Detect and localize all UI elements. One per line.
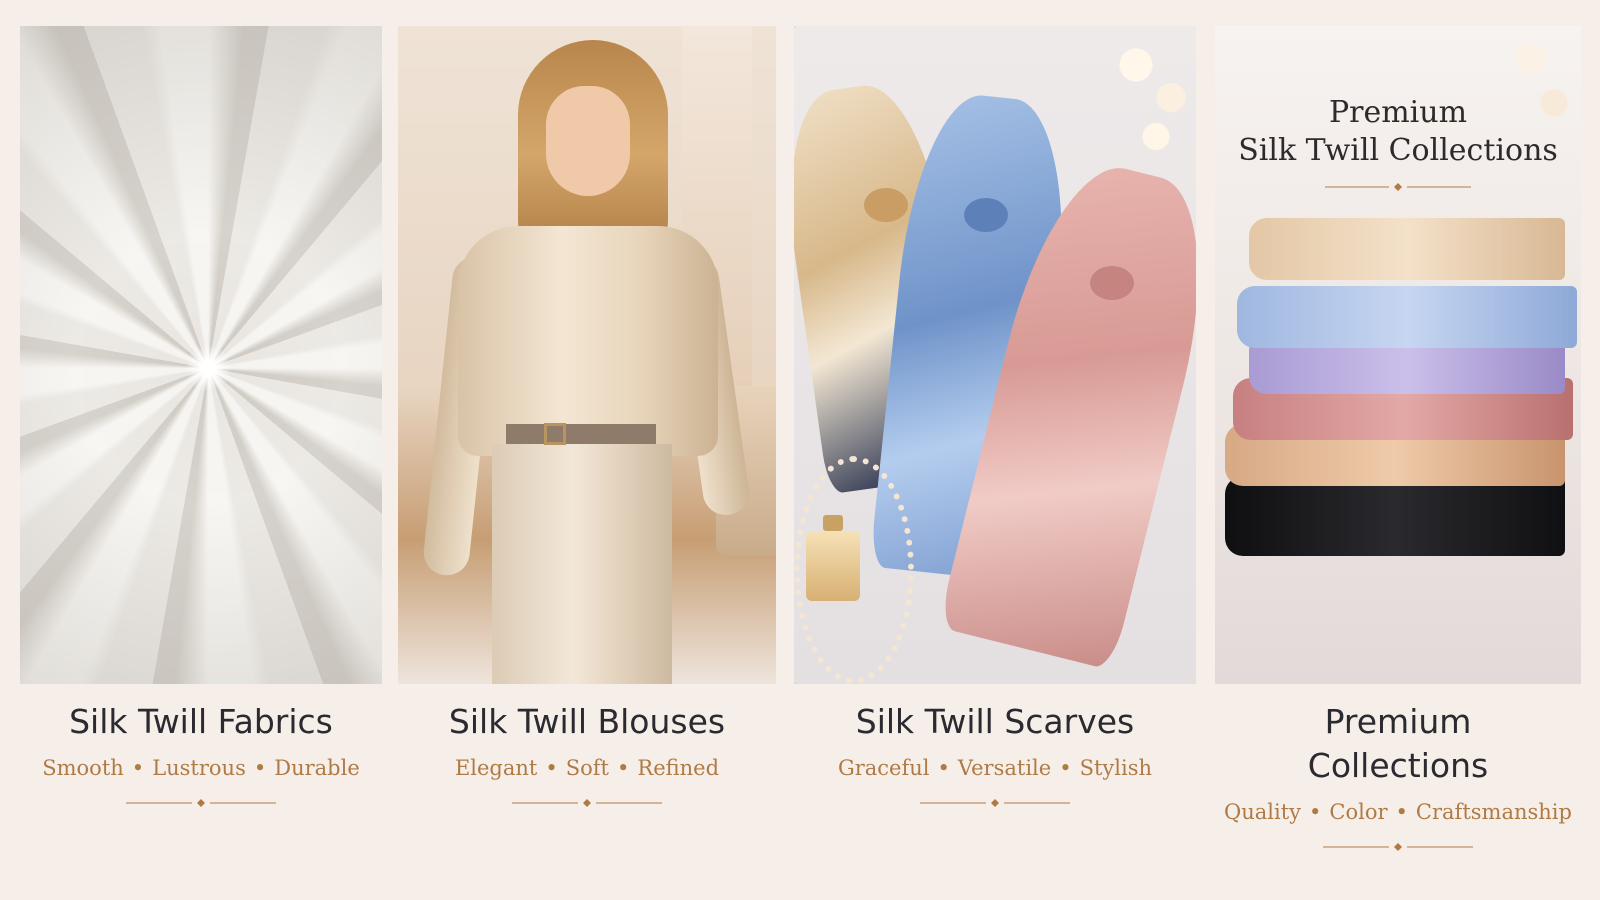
caption-title-line1: Premium bbox=[1324, 702, 1472, 741]
tag: Craftsmanship bbox=[1415, 800, 1572, 824]
separator-dot: • bbox=[1395, 800, 1408, 824]
ornament-divider bbox=[920, 799, 1070, 807]
separator-dot: • bbox=[1059, 756, 1072, 780]
tag: Quality bbox=[1224, 800, 1302, 824]
caption-tags: Graceful • Versatile • Stylish bbox=[794, 756, 1196, 780]
tag: Durable bbox=[274, 756, 360, 780]
model-blouse-image bbox=[398, 26, 776, 684]
panel-fabrics bbox=[20, 26, 382, 684]
overlay-title-line2: Silk Twill Collections bbox=[1238, 133, 1558, 168]
caption-title: Silk Twill Scarves bbox=[855, 702, 1135, 741]
panel-scarves bbox=[794, 26, 1196, 684]
overlay-ornament-divider bbox=[1325, 183, 1471, 191]
tag: Graceful bbox=[837, 756, 930, 780]
caption-title: Silk Twill Blouses bbox=[448, 702, 726, 741]
tag: Color bbox=[1329, 800, 1388, 824]
separator-dot: • bbox=[937, 756, 950, 780]
separator-dot: • bbox=[253, 756, 267, 780]
scarves-image bbox=[794, 26, 1196, 684]
separator-dot: • bbox=[617, 756, 630, 780]
caption-fabrics: Silk Twill Fabrics Smooth • Lustrous • Durab… bbox=[20, 700, 382, 808]
tag: Smooth bbox=[42, 756, 124, 780]
ornament-divider bbox=[512, 799, 662, 807]
caption-scarves: Silk Twill Scarves Graceful • Versatile • St… bbox=[794, 700, 1196, 808]
folded-fabrics-image: Premium Silk Twill Collections bbox=[1215, 26, 1581, 684]
separator-dot: • bbox=[131, 756, 145, 780]
tag: Soft bbox=[565, 756, 609, 780]
tag: Elegant bbox=[454, 756, 538, 780]
tag: Versatile bbox=[957, 756, 1052, 780]
panel-blouses bbox=[398, 26, 776, 684]
panel-collections: Premium Silk Twill Collections bbox=[1215, 26, 1581, 684]
tag: Refined bbox=[637, 756, 720, 780]
caption-tags: Elegant • Soft • Refined bbox=[398, 756, 776, 780]
caption-title-line2: Collections bbox=[1307, 746, 1489, 785]
ornament-divider bbox=[1323, 843, 1473, 851]
silk-swirl-image bbox=[20, 26, 382, 684]
overlay-title-line1: Premium bbox=[1328, 95, 1468, 130]
tag: Stylish bbox=[1079, 756, 1153, 780]
caption-collections: Premium Collections Quality • Color • Crafts… bbox=[1215, 700, 1581, 852]
separator-dot: • bbox=[545, 756, 558, 780]
tag: Lustrous bbox=[152, 756, 246, 780]
caption-blouses: Silk Twill Blouses Elegant • Soft • Refined bbox=[398, 700, 776, 808]
caption-tags: Quality • Color • Craftsmanship bbox=[1215, 800, 1581, 824]
caption-tags: Smooth • Lustrous • Durable bbox=[20, 756, 382, 780]
separator-dot: • bbox=[1309, 800, 1322, 824]
ornament-divider bbox=[126, 799, 276, 807]
caption-title: Silk Twill Fabrics bbox=[69, 702, 333, 741]
